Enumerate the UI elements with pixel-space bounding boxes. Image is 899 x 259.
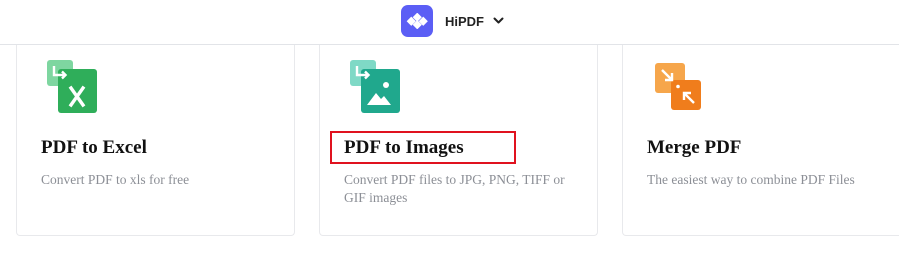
tool-card-pdf-to-excel[interactable]: PDF to Excel Convert PDF to xls for free	[16, 45, 295, 236]
card-description: Convert PDF files to JPG, PNG, TIFF or G…	[344, 172, 565, 205]
card-description: The easiest way to combine PDF Files	[647, 172, 855, 187]
card-title: Merge PDF	[647, 137, 742, 158]
merge-pdf-icon	[653, 60, 705, 116]
chevron-down-icon[interactable]	[493, 17, 504, 25]
pdf-to-excel-icon	[47, 60, 99, 116]
card-description: Convert PDF to xls for free	[41, 172, 190, 187]
tool-card-merge-pdf[interactable]: Merge PDF The easiest way to combine PDF…	[622, 45, 899, 236]
card-title: PDF to Excel	[41, 137, 147, 158]
pdf-to-image-icon	[350, 60, 402, 116]
top-navigation-bar: HiPDF	[0, 0, 899, 45]
brand-name: HiPDF	[445, 13, 484, 29]
highlight-box	[330, 131, 516, 164]
brand-menu[interactable]: HiPDF	[401, 5, 504, 37]
hipdf-logo-icon	[401, 5, 433, 37]
